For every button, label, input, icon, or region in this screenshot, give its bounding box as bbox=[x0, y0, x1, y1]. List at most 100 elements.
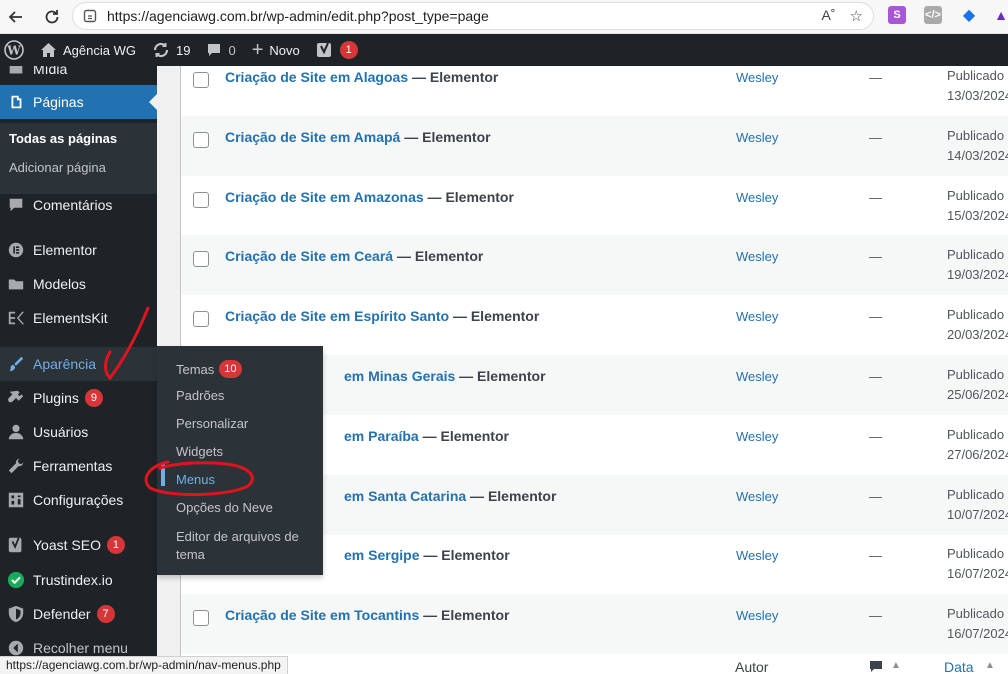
home-icon bbox=[41, 43, 56, 57]
sidebar-item-trustindex[interactable]: Trustindex.io bbox=[0, 563, 157, 597]
sidebar-item-ferramentas[interactable]: Ferramentas bbox=[0, 449, 157, 483]
comments-icon bbox=[6, 195, 26, 215]
sidebar-item-elementskit[interactable]: ElementsKit bbox=[0, 301, 157, 335]
aparencia-flyout-menu: Temas 10 Padrões Personalizar Widgets Me… bbox=[157, 346, 323, 575]
page-title-link[interactable]: Criação de Site em Tocantins bbox=[225, 607, 419, 623]
submenu-adicionar-pagina[interactable]: Adicionar página bbox=[9, 160, 106, 175]
flyout-item-padroes[interactable]: Padrões bbox=[176, 388, 224, 403]
date-sort-arrows-icon[interactable]: ▲ bbox=[985, 660, 995, 671]
page-title-link[interactable]: em Paraíba bbox=[344, 428, 419, 444]
row-author[interactable]: Wesley bbox=[736, 369, 778, 384]
row-author[interactable]: Wesley bbox=[736, 548, 778, 563]
page-title-link[interactable]: em Santa Catarina bbox=[344, 488, 466, 504]
sidebar-item-aparencia[interactable]: Aparência bbox=[0, 347, 157, 381]
sidebar-label-ferramentas: Ferramentas bbox=[33, 458, 113, 474]
folder-icon bbox=[6, 274, 26, 294]
row-author[interactable]: Wesley bbox=[736, 190, 778, 205]
page-title-link[interactable]: Criação de Site em Amapá bbox=[225, 129, 400, 145]
row-date-value: 15/03/2024 bbox=[947, 208, 1008, 223]
row-status: Publicado bbox=[947, 427, 1005, 442]
row-author[interactable]: Wesley bbox=[736, 70, 778, 85]
row-author[interactable]: Wesley bbox=[736, 309, 778, 324]
row-status: Publicado bbox=[947, 307, 1005, 322]
row-date-value: 25/06/2024 bbox=[947, 387, 1008, 402]
table-row: Criação de Site em Alagoas — Elementor We… bbox=[181, 56, 1008, 116]
back-arrow-icon[interactable] bbox=[2, 3, 30, 31]
row-checkbox[interactable] bbox=[193, 132, 209, 148]
page-title-link[interactable]: Criação de Site em Alagoas bbox=[225, 69, 408, 85]
page-title-link[interactable]: Criação de Site em Espírito Santo bbox=[225, 308, 449, 324]
favorite-star-icon[interactable]: ☆ bbox=[850, 7, 863, 25]
site-info-icon[interactable] bbox=[83, 9, 97, 23]
editor-tema-line1: Editor de arquivos de bbox=[176, 529, 299, 544]
row-author[interactable]: Wesley bbox=[736, 130, 778, 145]
extension-code-icon[interactable]: </> bbox=[924, 6, 942, 24]
sidebar-item-defender[interactable]: Defender 7 bbox=[0, 597, 157, 631]
wp-logo[interactable]: W bbox=[0, 34, 32, 66]
address-url[interactable]: https://agenciawg.com.br/wp-admin/edit.p… bbox=[107, 8, 489, 24]
trustindex-check-icon bbox=[6, 570, 26, 590]
flyout-item-menus[interactable]: Menus bbox=[176, 472, 215, 487]
plugins-badge: 9 bbox=[84, 389, 103, 407]
extension-tag-icon[interactable]: ◆ bbox=[960, 6, 978, 24]
sidebar-label-trustindex: Trustindex.io bbox=[33, 572, 113, 588]
row-author[interactable]: Wesley bbox=[736, 489, 778, 504]
row-checkbox[interactable] bbox=[193, 311, 209, 327]
sort-arrows-icon[interactable]: ▲ bbox=[891, 660, 901, 671]
pages-icon bbox=[6, 92, 26, 112]
row-title: em Sergipe — Elementor bbox=[344, 547, 510, 563]
read-aloud-icon[interactable]: A˚ bbox=[822, 7, 836, 25]
reload-icon[interactable] bbox=[38, 3, 66, 31]
sidebar-item-usuarios[interactable]: Usuários bbox=[0, 415, 157, 449]
page-title-link[interactable]: em Minas Gerais bbox=[344, 368, 455, 384]
row-comments: — bbox=[869, 70, 882, 85]
sidebar-item-plugins[interactable]: Plugins 9 bbox=[0, 381, 157, 415]
table-row: Criação de Site em Ceará — Elementor Wesl… bbox=[181, 235, 1008, 295]
sidebar-label-recolher: Recolher menu bbox=[33, 640, 128, 656]
row-checkbox[interactable] bbox=[193, 610, 209, 626]
row-checkbox[interactable] bbox=[193, 192, 209, 208]
sidebar-item-midia[interactable]: Mídia bbox=[0, 66, 157, 86]
sidebar-item-paginas[interactable]: Páginas bbox=[0, 85, 157, 119]
shield-icon bbox=[6, 604, 26, 624]
sidebar-item-elementor[interactable]: Elementor bbox=[0, 233, 157, 267]
sidebar-item-modelos[interactable]: Modelos bbox=[0, 267, 157, 301]
address-bar[interactable]: https://agenciawg.com.br/wp-admin/edit.p… bbox=[72, 2, 874, 30]
sidebar-item-yoast[interactable]: Yoast SEO 1 bbox=[0, 528, 157, 562]
submenu-todas-paginas[interactable]: Todas as páginas bbox=[9, 131, 117, 146]
post-state: — Elementor bbox=[419, 607, 510, 623]
row-date-value: 13/03/2024 bbox=[947, 88, 1008, 103]
extension-hat-icon[interactable]: ▲ bbox=[992, 6, 1008, 24]
page-title-link[interactable]: Criação de Site em Amazonas bbox=[225, 189, 424, 205]
flyout-item-editor-tema[interactable]: Editor de arquivos de tema bbox=[176, 528, 299, 564]
elementskit-icon bbox=[6, 308, 26, 328]
extension-s-icon[interactable]: S bbox=[888, 6, 906, 24]
admin-sidebar: Mídia Páginas Todas as páginas Adicionar… bbox=[0, 66, 157, 674]
page-title-link[interactable]: Criação de Site em Ceará bbox=[225, 248, 393, 264]
row-title: Criação de Site em Amapá — Elementor bbox=[225, 129, 491, 145]
sidebar-label-midia: Mídia bbox=[33, 66, 68, 77]
row-status: Publicado bbox=[947, 247, 1005, 262]
sidebar-label-configuracoes: Configurações bbox=[33, 492, 124, 508]
comment-column-icon[interactable] bbox=[869, 660, 883, 674]
row-author[interactable]: Wesley bbox=[736, 429, 778, 444]
row-author[interactable]: Wesley bbox=[736, 608, 778, 623]
flyout-item-personalizar[interactable]: Personalizar bbox=[176, 416, 248, 431]
flyout-item-widgets[interactable]: Widgets bbox=[176, 444, 223, 459]
page-title-link[interactable]: em Sergipe bbox=[344, 547, 419, 563]
site-name-link[interactable]: Agência WG bbox=[32, 34, 144, 66]
flyout-item-opcoes-neve[interactable]: Opções do Neve bbox=[176, 500, 273, 515]
sidebar-item-comentarios[interactable]: Comentários bbox=[0, 188, 157, 222]
row-checkbox[interactable] bbox=[193, 251, 209, 267]
flyout-label-temas: Temas bbox=[176, 361, 215, 377]
column-header-author[interactable]: Autor bbox=[735, 659, 768, 674]
row-author[interactable]: Wesley bbox=[736, 249, 778, 264]
wordpress-icon: W bbox=[4, 40, 24, 60]
yoast-icon bbox=[6, 535, 26, 555]
flyout-item-temas[interactable]: Temas 10 bbox=[176, 360, 242, 378]
column-header-date[interactable]: Data bbox=[944, 659, 974, 674]
sidebar-item-configuracoes[interactable]: Configurações bbox=[0, 483, 157, 517]
sidebar-label-modelos: Modelos bbox=[33, 276, 86, 292]
row-status: Publicado bbox=[947, 128, 1005, 143]
row-checkbox[interactable] bbox=[193, 72, 209, 88]
